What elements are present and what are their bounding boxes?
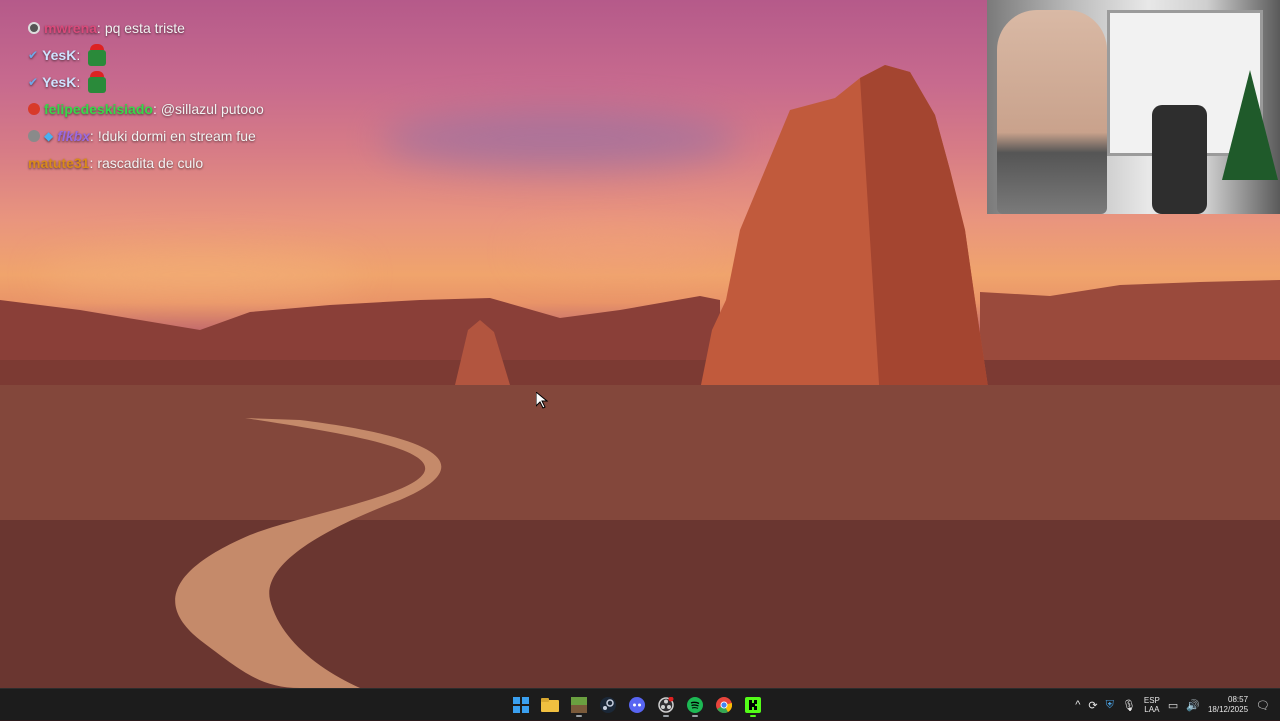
kick-icon bbox=[745, 697, 761, 713]
language-indicator[interactable]: ESP LAA bbox=[1144, 696, 1160, 714]
discord-icon bbox=[629, 697, 645, 713]
taskbar-apps bbox=[510, 689, 764, 721]
chat-message: ✔ YesK: bbox=[28, 68, 388, 95]
minecraft-icon bbox=[571, 697, 587, 713]
volume-icon[interactable]: 🔊 bbox=[1186, 699, 1200, 712]
chat-text: @sillazul putooo bbox=[160, 100, 264, 117]
chat-username: felipedeskisiado bbox=[44, 100, 153, 117]
chrome-icon bbox=[716, 697, 732, 713]
chat-text: !duki dormi en stream fue bbox=[97, 127, 256, 144]
chat-username: matute31 bbox=[28, 154, 90, 171]
system-tray: ^ ⟳ ⛨ 🎙 ESP LAA ▭ 🔊 08:57 18/12/2025 🗨 bbox=[1075, 689, 1280, 721]
windows-start-icon bbox=[513, 697, 529, 713]
chrome-button[interactable] bbox=[713, 692, 735, 718]
notification-icon[interactable]: 🗨 bbox=[1256, 699, 1270, 712]
stream-chat-overlay: mwrena: pq esta triste ✔ YesK: ✔ YesK: f… bbox=[28, 14, 388, 176]
discord-button[interactable] bbox=[626, 692, 648, 718]
verified-check-icon: ✔ bbox=[28, 47, 39, 62]
steam-button[interactable] bbox=[597, 692, 619, 718]
network-icon[interactable]: ▭ bbox=[1168, 699, 1178, 712]
chat-username: flkbx bbox=[57, 127, 90, 144]
verified-check-icon: ✔ bbox=[28, 74, 39, 89]
spotify-button[interactable] bbox=[684, 692, 706, 718]
chat-message: ◆ flkbx: !duki dormi en stream fue bbox=[28, 122, 388, 149]
security-shield-icon[interactable]: ⛨ bbox=[1106, 699, 1114, 712]
taskbar: ^ ⟳ ⛨ 🎙 ESP LAA ▭ 🔊 08:57 18/12/2025 🗨 bbox=[0, 688, 1280, 720]
obs-icon bbox=[658, 697, 674, 713]
diamond-badge-icon: ◆ bbox=[44, 128, 54, 143]
user-badge-icon bbox=[28, 129, 40, 142]
chat-text: pq esta triste bbox=[104, 19, 185, 36]
webcam-overlay bbox=[987, 0, 1280, 214]
clock-time: 08:57 bbox=[1228, 695, 1249, 704]
microphone-icon[interactable]: 🎙 bbox=[1122, 699, 1136, 712]
obs-button[interactable] bbox=[655, 692, 677, 718]
minecraft-button[interactable] bbox=[568, 692, 590, 718]
chevron-up-icon[interactable]: ^ bbox=[1075, 699, 1080, 711]
emote-icon bbox=[86, 43, 108, 66]
file-explorer-icon bbox=[541, 698, 559, 712]
chat-username: YesK bbox=[42, 46, 77, 63]
kick-button[interactable] bbox=[742, 692, 764, 718]
chat-message: felipedeskisiado: @sillazul putooo bbox=[28, 95, 388, 122]
chat-username: mwrena bbox=[44, 19, 97, 36]
file-explorer-button[interactable] bbox=[539, 692, 561, 718]
mouse-cursor-icon bbox=[536, 392, 548, 409]
emote-icon bbox=[86, 70, 108, 93]
clock-date: 18/12/2025 bbox=[1207, 705, 1249, 714]
clock[interactable]: 08:57 18/12/2025 bbox=[1208, 695, 1248, 715]
chat-message: matute31: rascadita de culo bbox=[28, 154, 204, 171]
spotify-icon bbox=[687, 697, 703, 713]
user-badge-icon bbox=[28, 102, 40, 115]
chat-message: mwrena: pq esta triste bbox=[28, 14, 388, 41]
user-badge-icon bbox=[28, 21, 40, 34]
steam-icon bbox=[600, 697, 616, 713]
sync-icon[interactable]: ⟳ bbox=[1088, 699, 1097, 712]
chat-username: YesK bbox=[42, 73, 77, 90]
windows-start-button[interactable] bbox=[510, 692, 532, 718]
chat-message: ✔ YesK: bbox=[28, 41, 388, 68]
chat-text: rascadita de culo bbox=[97, 154, 204, 171]
